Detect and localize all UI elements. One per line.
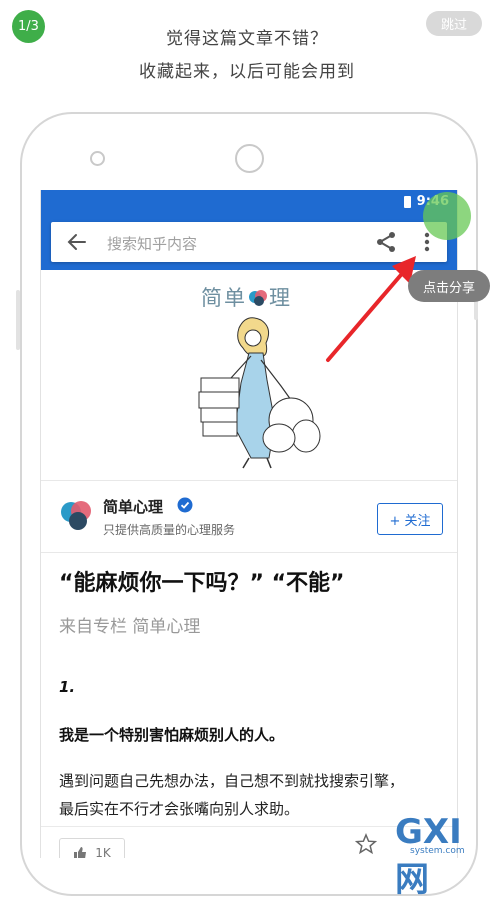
- brand-text: 理: [269, 286, 292, 310]
- woman-with-bags-illustration: [198, 317, 321, 469]
- column-avatar[interactable]: [58, 498, 94, 534]
- thumbs-up-icon: [74, 847, 87, 858]
- verified-badge-icon: [177, 497, 193, 513]
- article-paragraph-line: 最后实在不行才会张嘴向别人求助。: [59, 800, 300, 818]
- back-arrow-icon[interactable]: [67, 232, 87, 252]
- battery-icon: [404, 196, 411, 208]
- watermark-logo: GXI网: [395, 812, 462, 900]
- article-title: “能麻烦你一下吗？” “不能”: [59, 571, 345, 596]
- front-camera: [90, 151, 105, 166]
- guide-title-line-1: 觉得这篇文章不错？: [166, 29, 328, 49]
- upvote-count: 1K: [95, 846, 111, 858]
- brand-text: 简单: [201, 286, 247, 310]
- divider: [41, 480, 457, 481]
- article-paragraph-line: 遇到问题自己先想办法，自己想不到就找搜索引擎，: [59, 772, 405, 790]
- phone-sensor: [235, 144, 264, 173]
- article-bold-paragraph: 我是一个特别害怕麻烦别人的人。: [59, 726, 285, 744]
- tap-indicator[interactable]: [423, 192, 471, 240]
- pointer-arrow-icon: [326, 256, 416, 362]
- section-number: 1.: [59, 678, 76, 696]
- brand-mark-icon: [249, 290, 267, 306]
- favorite-star-icon[interactable]: [355, 833, 377, 855]
- share-tooltip: 点击分享: [408, 270, 490, 302]
- guide-title-line-2: 收藏起来，以后可能会用到: [139, 62, 355, 82]
- follow-button[interactable]: + 关注: [377, 503, 443, 535]
- column-description: 只提供高质量的心理服务: [103, 523, 236, 537]
- upvote-button[interactable]: 1K: [59, 838, 125, 858]
- search-input[interactable]: 搜索知乎内容: [107, 233, 197, 254]
- phone-side-button: [16, 290, 20, 350]
- divider: [41, 552, 457, 553]
- column-name[interactable]: 简单心理: [103, 496, 163, 517]
- status-bar: 9:46: [41, 190, 457, 214]
- watermark-domain: system.com: [410, 846, 465, 856]
- article-source[interactable]: 来自专栏 简单心理: [59, 612, 200, 637]
